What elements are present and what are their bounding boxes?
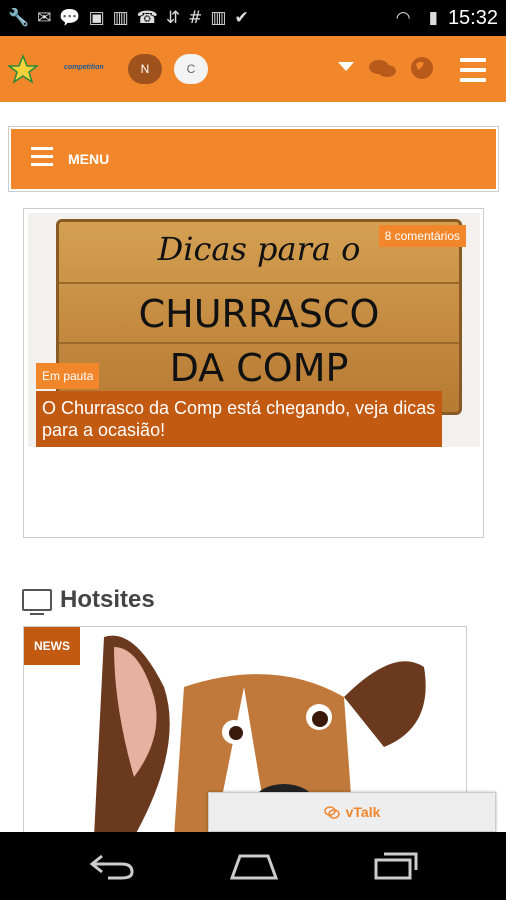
recent-apps-icon[interactable] bbox=[372, 850, 420, 880]
barcode-icon: ▥ bbox=[112, 8, 129, 28]
back-icon[interactable] bbox=[88, 850, 136, 880]
featured-post-image[interactable]: Dicas para o CHURRASCO DA COMP 8 comentá… bbox=[28, 213, 480, 447]
navigation-bar bbox=[0, 832, 506, 900]
sign-text-line2: CHURRASCO bbox=[138, 292, 380, 336]
sign-text-line3: DA COMP bbox=[169, 346, 349, 390]
hash-icon: # bbox=[188, 8, 203, 28]
news-badge[interactable]: NEWS bbox=[24, 627, 80, 665]
globe-icon[interactable] bbox=[410, 56, 434, 80]
chat-icon: 💬 bbox=[59, 8, 81, 28]
mail-icon: ✉ bbox=[37, 8, 52, 28]
monitor-icon bbox=[22, 589, 52, 615]
vtalk-label: vTalk bbox=[345, 804, 381, 820]
missed-call-icon: ☎ bbox=[136, 8, 158, 28]
comments-count-badge[interactable]: 8 comentários bbox=[378, 225, 466, 247]
wifi-icon: ◠ bbox=[395, 8, 411, 28]
brand-logo[interactable]: competition bbox=[64, 64, 104, 71]
wrench-icon: 🔧 bbox=[8, 8, 30, 28]
sync-icon: ⇵ bbox=[165, 8, 181, 28]
battery-icon: ▮ bbox=[428, 8, 438, 28]
wooden-sign: Dicas para o CHURRASCO DA COMP bbox=[56, 219, 462, 415]
category-tag[interactable]: Em pauta bbox=[36, 363, 100, 389]
caret-down-icon[interactable] bbox=[338, 62, 354, 72]
briefcase-icon: ✔ bbox=[234, 8, 249, 28]
app-header: competition N C bbox=[0, 36, 506, 102]
home-icon[interactable] bbox=[228, 850, 280, 880]
barcode-icon: ▥ bbox=[210, 8, 227, 28]
pill-n-button[interactable]: N bbox=[128, 54, 162, 84]
featured-post-card[interactable]: Dicas para o CHURRASCO DA COMP 8 comentá… bbox=[23, 208, 484, 538]
star-logo-icon[interactable] bbox=[8, 54, 38, 86]
vtalk-button[interactable]: vTalk bbox=[208, 792, 496, 832]
status-bar: 🔧 ✉ 💬 ▣ ▥ ☎ ⇵ # ▥ ✔ ◠ ▮ 15:32 bbox=[0, 0, 506, 36]
menu-button[interactable]: MENU bbox=[11, 129, 496, 189]
page-content: MENU Dicas para o CHURRASCO DA COMP 8 co… bbox=[0, 102, 506, 832]
chat-bubbles-icon[interactable] bbox=[368, 58, 398, 80]
hotsites-title: Hotsites bbox=[60, 586, 155, 613]
pill-c-button[interactable]: C bbox=[174, 54, 208, 84]
hotsites-heading: Hotsites bbox=[22, 586, 155, 615]
image-icon: ▣ bbox=[88, 8, 105, 28]
featured-post-title[interactable]: O Churrasco da Comp está chegando, veja … bbox=[36, 391, 442, 447]
status-time: 15:32 bbox=[447, 6, 498, 29]
main-menu-icon[interactable] bbox=[460, 58, 486, 82]
menu-container: MENU bbox=[8, 126, 499, 192]
menu-hamburger-icon bbox=[31, 147, 53, 171]
chat-bubbles-icon bbox=[323, 806, 340, 819]
menu-label: MENU bbox=[68, 151, 110, 167]
